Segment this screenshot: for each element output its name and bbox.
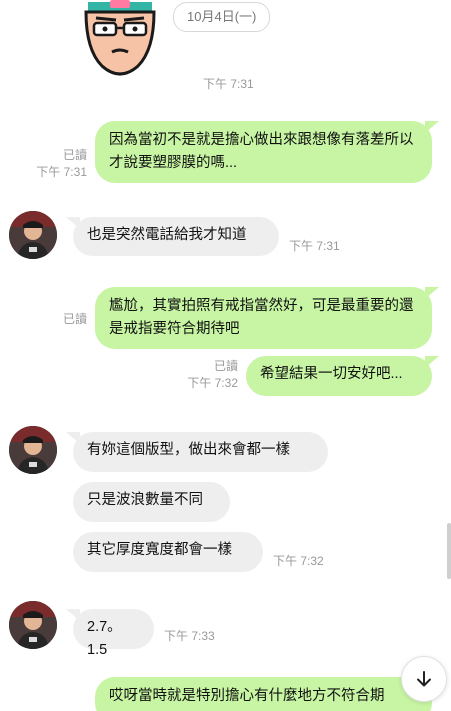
message-time: 下午 7:31 <box>36 165 87 179</box>
date-divider: 10月4日(一) <box>173 2 271 32</box>
read-receipt: 已讀 <box>62 148 87 162</box>
message-bubble-outgoing[interactable]: 希望結果一切安好吧... <box>246 356 439 396</box>
message-time: 下午 7:31 <box>203 77 254 91</box>
read-receipt: 已讀 <box>213 359 238 373</box>
message-bubble-outgoing[interactable]: 哎呀當時就是特別擔心有什麼地方不符合期 <box>95 677 432 711</box>
message-bubble-outgoing[interactable]: 因為當初不是就是擔心做出來跟想像有落差所以才說要塑膠膜的嗎... <box>95 121 439 183</box>
message-time: 下午 7:33 <box>164 629 215 643</box>
message-bubble-outgoing[interactable]: 尷尬，其實拍照有戒指當然好，可是最重要的還是戒指要符合期待吧 <box>95 287 439 349</box>
arrow-down-icon <box>417 671 431 687</box>
message-time: 下午 7:32 <box>187 376 238 390</box>
message-time: 下午 7:32 <box>273 554 324 568</box>
message-bubble-incoming[interactable]: 有妳這個版型，做出來會都一樣 <box>66 432 328 472</box>
user-avatar[interactable] <box>9 601 57 649</box>
user-avatar[interactable] <box>9 426 57 474</box>
message-time: 下午 7:31 <box>289 239 340 253</box>
sticker-image[interactable] <box>72 0 168 84</box>
message-bubble-incoming[interactable]: 也是突然電話給我才知道 <box>66 217 279 256</box>
message-bubble-incoming[interactable]: 2.7。1.5 <box>66 609 154 658</box>
message-meta: 已讀 下午 7:32 <box>160 358 238 392</box>
scroll-to-bottom-button[interactable] <box>401 656 447 702</box>
scrollbar[interactable] <box>447 523 451 579</box>
message-bubble-incoming[interactable]: 其它厚度寬度都會一樣 <box>73 532 263 572</box>
chat-view: 10月4日(一) 下午 7:31 已讀 下午 7:31 因為當初不是就是擔心做出… <box>0 0 451 711</box>
read-receipt: 已讀 <box>62 312 87 326</box>
user-avatar[interactable] <box>9 211 57 259</box>
message-bubble-incoming[interactable]: 只是波浪數量不同 <box>73 482 230 522</box>
message-meta: 已讀 下午 7:31 <box>20 147 87 181</box>
